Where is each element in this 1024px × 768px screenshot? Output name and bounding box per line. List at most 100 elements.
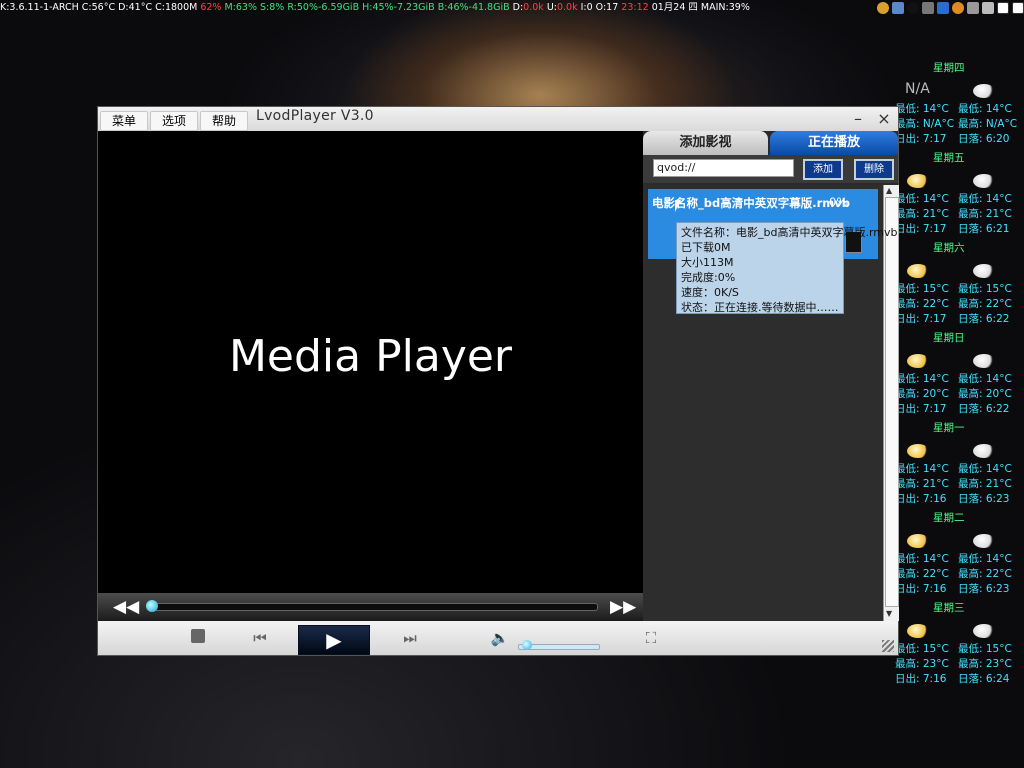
status-segment: M:63% bbox=[224, 2, 261, 13]
weather-sun-icon bbox=[907, 264, 929, 278]
rewind-button[interactable]: ◀◀ bbox=[113, 597, 139, 617]
video-placeholder-label: Media Player bbox=[228, 331, 513, 382]
weather-column-b: 最低: 14°C 最高: 21°C 日落: 6:23 bbox=[958, 462, 1012, 507]
weather-line: 最高: 22°C bbox=[895, 568, 949, 580]
weather-line: 日落: 6:24 bbox=[958, 673, 1010, 685]
weather-line: 最高: N/A°C bbox=[958, 118, 1018, 130]
weather-line: 最低: 15°C bbox=[895, 283, 949, 295]
window-title: LvodPlayer V3.0 bbox=[256, 108, 374, 124]
weather-sun-icon bbox=[907, 174, 929, 188]
weather-day-label: 星期一 bbox=[933, 422, 965, 434]
status-segment: I:0 O:17 bbox=[580, 2, 622, 13]
status-segment: C:1800M bbox=[155, 2, 201, 13]
add-button[interactable]: 添加 bbox=[803, 159, 843, 180]
fullscreen-button[interactable]: ⛶ bbox=[641, 628, 661, 648]
tray-workspace-2[interactable] bbox=[1012, 2, 1024, 14]
weather-line: 最高: 22°C bbox=[958, 298, 1012, 310]
tray-workspace-1[interactable] bbox=[997, 2, 1009, 14]
playlist-item-name: 电影名称_bd高清中英双字幕版.rmvb bbox=[652, 196, 850, 210]
delete-button[interactable]: 删除 bbox=[854, 159, 894, 180]
weather-day-label: 星期五 bbox=[933, 152, 965, 164]
fast-forward-button[interactable]: ▶▶ bbox=[610, 597, 636, 617]
status-segment: H:45%-7.23GiB bbox=[362, 2, 438, 13]
weather-column-b: 最低: 14°C 最高: 22°C 日落: 6:23 bbox=[958, 552, 1012, 597]
options-button[interactable]: 选项 bbox=[150, 111, 198, 131]
tab-add-video[interactable]: 添加影视 bbox=[643, 131, 768, 155]
weather-line: 最高: 23°C bbox=[958, 658, 1012, 670]
previous-button[interactable]: ⏮ bbox=[250, 628, 270, 648]
weather-sun-icon bbox=[907, 354, 929, 368]
tray-chrome-icon[interactable] bbox=[877, 2, 889, 14]
weather-line: 最低: 14°C bbox=[895, 193, 949, 205]
url-input[interactable]: qvod:// bbox=[653, 159, 794, 177]
status-segment: 0.0k bbox=[556, 2, 581, 13]
weather-column-a: 最低: 15°C 最高: 23°C 日出: 7:16 bbox=[895, 642, 949, 687]
minimize-button[interactable]: – bbox=[847, 109, 869, 129]
status-segment: 62% bbox=[200, 2, 225, 13]
playlist-scrollbar[interactable]: ▲ ▼ bbox=[883, 185, 899, 621]
tray-updates-icon[interactable] bbox=[952, 2, 964, 14]
status-segment: D:41°C bbox=[118, 2, 156, 13]
status-segment: C:56°C bbox=[81, 2, 119, 13]
tab-now-playing[interactable]: 正在播放 bbox=[770, 131, 898, 155]
status-segment: 0.0k bbox=[523, 2, 547, 13]
weather-line: 最低: 14°C bbox=[895, 463, 949, 475]
scroll-down-icon[interactable]: ▼ bbox=[886, 609, 892, 618]
tray-keyboard-icon[interactable] bbox=[982, 2, 994, 14]
weather-cloud-icon bbox=[973, 624, 995, 638]
tray-qq-icon[interactable] bbox=[907, 2, 919, 14]
volume-handle[interactable] bbox=[522, 640, 532, 650]
weather-line: 日落: 6:20 bbox=[958, 133, 1010, 145]
weather-line: 日落: 6:23 bbox=[958, 493, 1010, 505]
scroll-thumb[interactable] bbox=[885, 197, 899, 607]
seek-handle[interactable] bbox=[146, 600, 158, 612]
weather-line: 日落: 6:22 bbox=[958, 403, 1010, 415]
weather-na-label: N/A bbox=[905, 81, 930, 97]
weather-column-a: 最低: 14°C 最高: N/A°C 日出: 7:17 bbox=[895, 102, 954, 147]
stop-icon[interactable] bbox=[191, 629, 205, 643]
weather-line: 最高: 21°C bbox=[958, 208, 1012, 220]
tray-network-icon[interactable] bbox=[892, 2, 904, 14]
status-segment: 01月24 四 bbox=[651, 2, 701, 13]
tray-audio-icon[interactable] bbox=[967, 2, 979, 14]
status-segment: U: bbox=[546, 2, 557, 13]
weather-line: 最高: 21°C bbox=[895, 478, 949, 490]
tooltip-line: 已下载0M bbox=[681, 241, 731, 254]
tray-tool-icon[interactable] bbox=[922, 2, 934, 14]
weather-column-a: 最低: 14°C 最高: 21°C 日出: 7:16 bbox=[895, 462, 949, 507]
weather-day-label: 星期日 bbox=[933, 332, 965, 344]
weather-line: 最低: 14°C bbox=[958, 553, 1012, 565]
system-status-bar: K:3.6.11-1-ARCH C:56°C D:41°C C:1800M 62… bbox=[0, 0, 1024, 16]
weather-line: 日出: 7:16 bbox=[895, 673, 947, 685]
seek-track[interactable] bbox=[148, 603, 598, 611]
resize-grip[interactable] bbox=[882, 640, 894, 652]
weather-line: 最低: 15°C bbox=[958, 283, 1012, 295]
weather-line: 日出: 7:17 bbox=[895, 223, 947, 235]
play-button[interactable]: ▶ bbox=[298, 625, 370, 655]
weather-column-b: 最低: 14°C 最高: N/A°C 日落: 6:20 bbox=[958, 102, 1017, 147]
status-segment: MAIN:39% bbox=[700, 2, 750, 13]
tray-dropbox-icon[interactable] bbox=[937, 2, 949, 14]
weather-day-label: 星期三 bbox=[933, 602, 965, 614]
weather-column-b: 最低: 14°C 最高: 21°C 日落: 6:21 bbox=[958, 192, 1012, 237]
help-button[interactable]: 帮助 bbox=[200, 111, 248, 131]
weather-line: 日出: 7:17 bbox=[895, 403, 947, 415]
close-button[interactable]: × bbox=[873, 109, 895, 129]
tooltip-line: 文件名称：电影_bd高清中英双字幕版.rmvb bbox=[681, 226, 898, 239]
weather-cloud-icon bbox=[973, 84, 995, 98]
video-area[interactable]: Media Player bbox=[98, 131, 643, 593]
scroll-up-icon[interactable]: ▲ bbox=[886, 186, 892, 195]
volume-icon[interactable]: 🔈 bbox=[490, 628, 510, 648]
weather-column-b: 最低: 15°C 最高: 23°C 日落: 6:24 bbox=[958, 642, 1012, 687]
weather-line: 最高: 22°C bbox=[895, 298, 949, 310]
download-info-tooltip: 文件名称：电影_bd高清中英双字幕版.rmvb 已下载0M 大小113M 完成度:0%… bbox=[676, 222, 898, 314]
status-segment: D: bbox=[512, 2, 524, 13]
weather-line: 最低: 15°C bbox=[895, 643, 949, 655]
next-button[interactable]: ⏭ bbox=[400, 628, 420, 648]
weather-line: 最低: 14°C bbox=[958, 373, 1012, 385]
weather-line: 最低: 14°C bbox=[895, 553, 949, 565]
title-bar[interactable]: 菜单 选项 帮助 LvodPlayer V3.0 – × bbox=[98, 107, 898, 131]
weather-cloud-icon bbox=[973, 354, 995, 368]
menu-button[interactable]: 菜单 bbox=[100, 111, 148, 131]
weather-column-a: 最低: 14°C 最高: 20°C 日出: 7:17 bbox=[895, 372, 949, 417]
